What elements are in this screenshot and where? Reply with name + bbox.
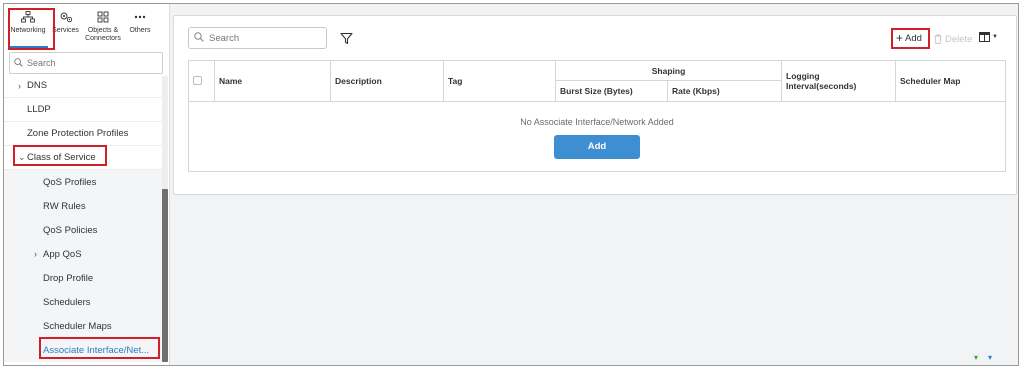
sidebar-item-label: QoS Policies [43,224,98,236]
sidebar-item-label: QoS Profiles [43,176,97,188]
objects-icon [97,10,109,24]
chevron-down-icon: ⌄ [18,152,26,162]
column-header-description[interactable]: Description [330,60,444,102]
sidebar-item-label: Schedulers [43,296,91,308]
network-icon [21,10,35,24]
sidebar-item-label: Scheduler Maps [43,320,112,332]
add-button-label: Add [905,32,922,44]
add-button[interactable]: + Add [893,29,925,47]
tab-networking[interactable]: Networking [4,4,52,50]
data-table: Name Description Tag Shaping Logging Int… [188,60,1006,172]
column-header-scheduler-map[interactable]: Scheduler Map [895,60,1006,102]
column-header-name[interactable]: Name [214,60,331,102]
caret-down-icon: ▼ [992,34,998,40]
more-icon [134,10,146,24]
pin-icon: ▾ [988,353,993,362]
sidebar-item-label: LLDP [27,104,51,115]
column-header-logging-interval[interactable]: Logging Interval(seconds) [781,60,896,102]
sidebar-item-label: App QoS [43,248,82,260]
sidebar-search[interactable] [9,52,163,74]
sidebar-item-schedulers[interactable]: Schedulers [4,290,162,314]
sidebar-item-associate-interface[interactable]: Associate Interface/Net... [4,338,162,362]
select-all-header [188,60,215,102]
filter-icon[interactable] [340,32,354,46]
sidebar-scrollbar-thumb[interactable] [162,189,168,362]
select-all-checkbox[interactable] [193,75,202,85]
top-nav: Networking Services Objects & Connectors [4,4,170,50]
sidebar-item-app-qos[interactable]: › App QoS [4,242,162,266]
sidebar-menu: › DNS LLDP Zone Protection Profiles ⌄ Cl… [4,74,162,362]
tab-objects-connectors[interactable]: Objects & Connectors [79,4,127,50]
sidebar-item-label: Class of Service [27,152,96,163]
sidebar-item-label: DNS [27,80,48,91]
column-header-burst-size[interactable]: Burst Size (Bytes) [555,80,668,102]
sidebar-item-rw-rules[interactable]: RW Rules [4,194,162,218]
empty-message: No Associate Interface/Network Added [520,117,674,127]
sidebar-search-input[interactable] [27,58,147,68]
sidebar-item-lldp[interactable]: LLDP [4,98,162,122]
pin-icon: ▾ [974,353,979,362]
tab-objects-label-line2: Connectors [85,35,121,42]
column-settings-button[interactable]: ▼ [979,32,998,42]
sidebar-item-class-of-service[interactable]: ⌄ Class of Service [4,146,162,170]
main-search[interactable] [188,27,327,49]
column-header-rate[interactable]: Rate (Kbps) [667,80,782,102]
empty-state: No Associate Interface/Network Added Add [188,101,1006,172]
search-icon [194,31,204,45]
tab-services[interactable]: Services [52,4,79,50]
app-window: Networking Services Objects & Connectors [3,3,1019,366]
sidebar-item-qos-profiles[interactable]: QoS Profiles [4,170,162,194]
empty-add-button[interactable]: Add [554,135,640,159]
sidebar-item-drop-profile[interactable]: Drop Profile [4,266,162,290]
active-tab-underline [8,46,48,48]
tab-services-label: Services [52,27,79,34]
sidebar-item-scheduler-maps[interactable]: Scheduler Maps [4,314,162,338]
delete-button[interactable]: Delete [934,30,972,48]
tab-others[interactable]: Others [127,4,153,50]
sidebar-item-label: Associate Interface/Net... [43,344,150,356]
gears-icon [59,10,73,24]
sidebar-item-zone-protection-profiles[interactable]: Zone Protection Profiles [4,122,162,146]
sidebar-item-label: Drop Profile [43,272,94,284]
sidebar: Networking Services Objects & Connectors [4,4,170,365]
column-header-tag[interactable]: Tag [443,60,556,102]
sidebar-item-dns[interactable]: › DNS [4,74,162,98]
main-search-input[interactable] [209,32,319,44]
chevron-right-icon: › [34,249,37,259]
tab-others-label: Others [129,27,151,34]
tab-networking-label: Networking [10,27,46,34]
search-icon [14,57,23,69]
status-indicators: ▾ ▾ [974,353,992,362]
delete-button-label: Delete [945,33,973,45]
main-panel: + Add Delete ▼ Name Description Tag Shap… [173,15,1017,195]
plus-icon: + [896,31,904,45]
sidebar-item-label: RW Rules [43,200,86,212]
trash-icon [934,34,942,44]
column-header-shaping: Shaping [555,60,782,81]
tab-objects-label-line1: Objects & [87,27,119,34]
sidebar-item-label: Zone Protection Profiles [27,128,129,139]
sidebar-item-qos-policies[interactable]: QoS Policies [4,218,162,242]
columns-icon [979,32,990,42]
chevron-right-icon: › [18,80,21,91]
